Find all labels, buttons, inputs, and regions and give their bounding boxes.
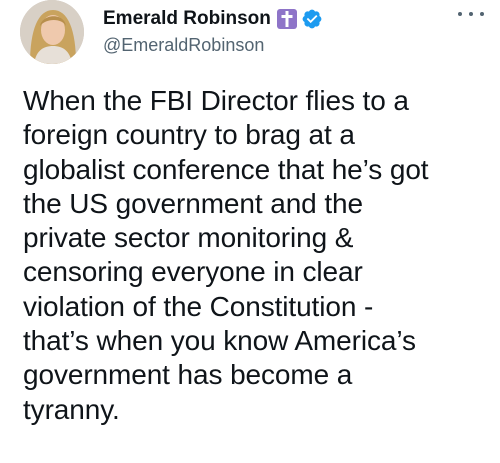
latin-cross-icon: [276, 9, 297, 29]
more-dot: [458, 12, 462, 16]
name-row: Emerald Robinson: [103, 6, 450, 32]
more-options-icon[interactable]: [458, 8, 484, 20]
user-handle[interactable]: @EmeraldRobinson: [103, 35, 450, 56]
tweet-card: Emerald Robinson @EmeraldRobinson When t…: [0, 0, 500, 463]
display-name[interactable]: Emerald Robinson: [103, 8, 271, 30]
avatar[interactable]: [20, 0, 84, 64]
verified-badge-icon: [301, 8, 323, 30]
more-dot: [480, 12, 484, 16]
avatar-image: [20, 0, 84, 64]
tweet-header: Emerald Robinson @EmeraldRobinson: [103, 6, 450, 56]
tweet-text: When the FBI Director flies to a foreign…: [23, 85, 429, 425]
more-dot: [469, 12, 473, 16]
